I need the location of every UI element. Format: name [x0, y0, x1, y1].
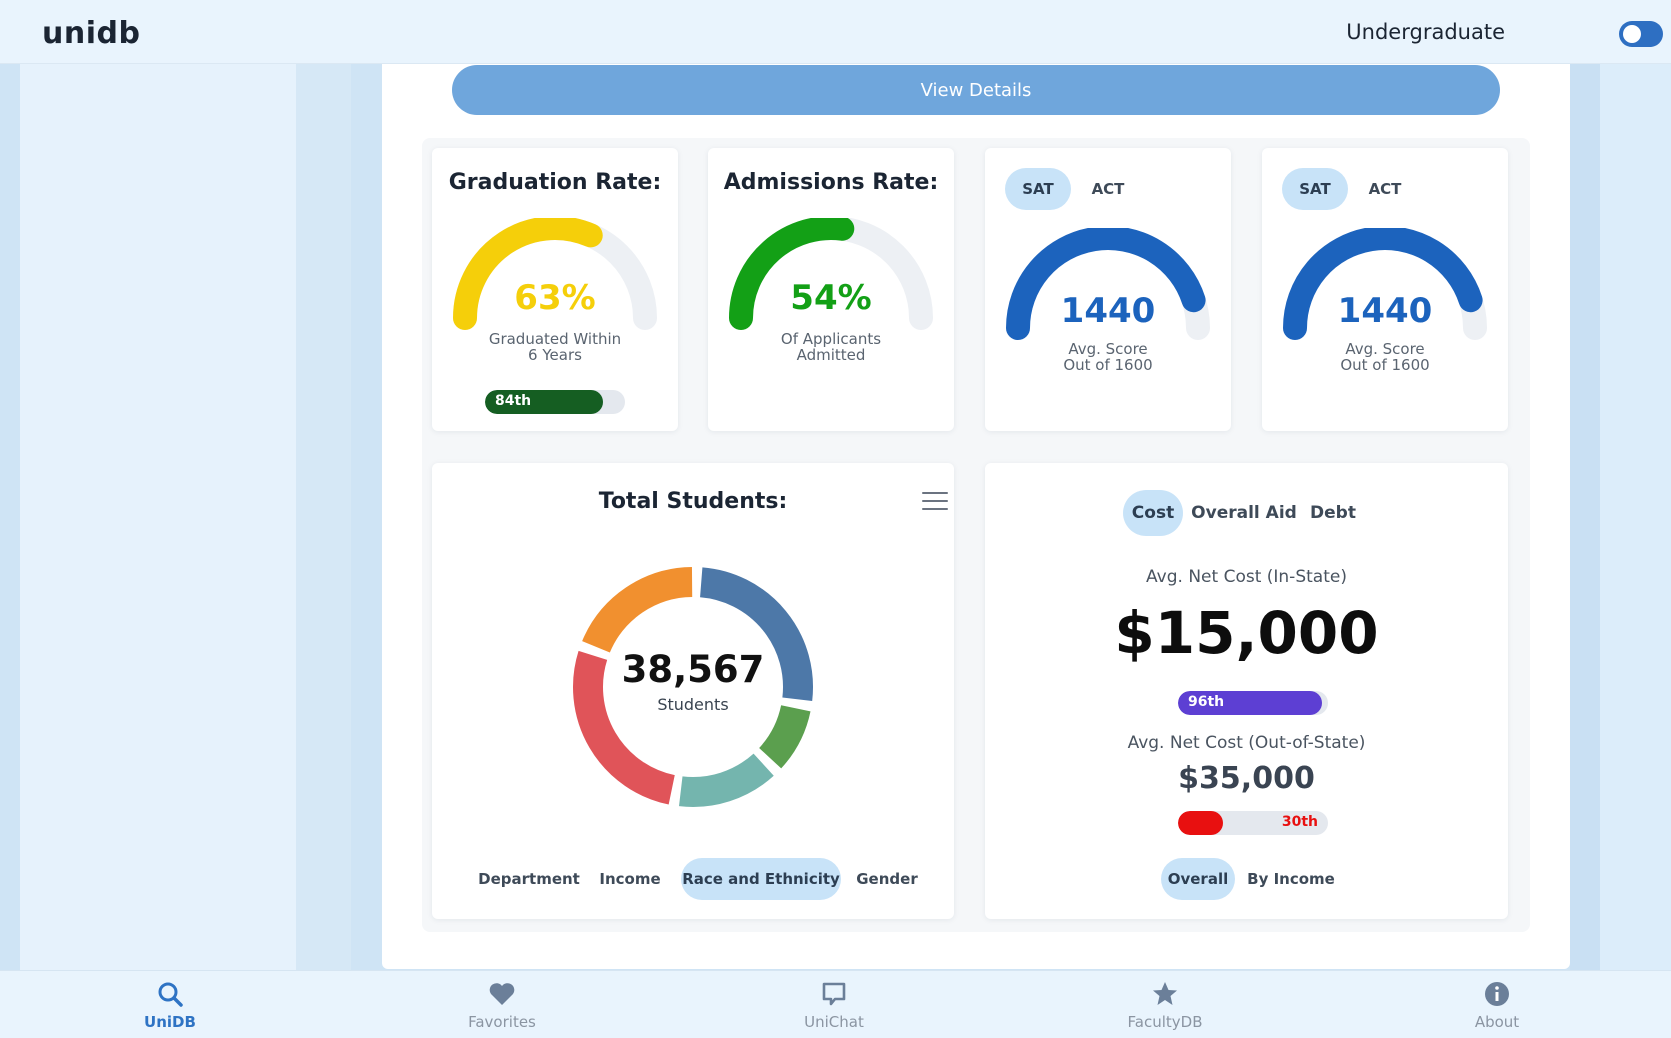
view-details-button[interactable]: View Details [452, 65, 1500, 115]
total-students-card: Total Students: 38,567 Students Departme… [432, 463, 954, 919]
card-title: Graduation Rate: [448, 170, 662, 195]
caption-line: Of Applicants [780, 330, 882, 348]
chat-icon [822, 982, 846, 1006]
score-caption: Avg. Score Out of 1600 [1262, 341, 1508, 373]
nav-item-about[interactable]: About [1437, 971, 1557, 1038]
tab-act[interactable]: ACT [1075, 168, 1141, 210]
mode-toggle[interactable] [1619, 21, 1663, 47]
caption-line: 6 Years [528, 346, 582, 364]
tab-department[interactable]: Department [472, 858, 586, 900]
admissions-caption: Of Applicants Admitted [708, 331, 954, 363]
in-state-value: $15,000 [1114, 599, 1379, 667]
heart-icon [489, 983, 515, 1005]
tab-act[interactable]: ACT [1352, 168, 1418, 210]
tab-overall[interactable]: Overall [1161, 858, 1235, 900]
out-state-percentile-bar: 30th [1178, 811, 1328, 835]
in-state-percentile-bar: 96th [1178, 691, 1328, 715]
score-value: 1440 [1060, 291, 1156, 331]
card-title: Total Students: [598, 489, 788, 514]
out-state-label: Avg. Net Cost (Out-of-State) [1127, 733, 1366, 753]
caption-line: Out of 1600 [1063, 356, 1153, 374]
caption-line: Admitted [796, 346, 866, 364]
percentile-fill [1178, 811, 1223, 835]
bottom-navigation: UniDB Favorites UniChat FacultyDB About [0, 970, 1671, 1038]
top-bar: unidb Undergraduate [0, 0, 1671, 64]
tab-gender[interactable]: Gender [847, 858, 927, 900]
caption-line: Avg. Score [1345, 340, 1425, 358]
nav-label: FacultyDB [1127, 1013, 1203, 1031]
left-sidebar [20, 64, 296, 974]
donut-segment[interactable] [582, 567, 693, 653]
menu-icon[interactable] [922, 492, 948, 512]
out-state-value: $35,000 [1178, 761, 1315, 796]
caption-line: Avg. Score [1068, 340, 1148, 358]
background-strip [296, 64, 351, 974]
percentile-label: 30th [1281, 814, 1318, 830]
test-score-card: SAT ACT 1440 Avg. Score Out of 1600 [1262, 148, 1508, 431]
info-icon [1485, 982, 1509, 1006]
star-icon [1153, 982, 1177, 1005]
app-logo[interactable]: unidb [42, 16, 140, 51]
background-strip [0, 0, 20, 1038]
score-caption: Avg. Score Out of 1600 [985, 341, 1231, 373]
mode-label: Undergraduate [1346, 20, 1505, 44]
tab-race-and-ethnicity[interactable]: Race and Ethnicity [681, 858, 841, 900]
admissions-value: 54% [790, 278, 872, 318]
nav-label: About [1474, 1013, 1520, 1031]
score-value: 1440 [1337, 291, 1433, 331]
background-strip [1570, 64, 1600, 974]
toggle-knob [1623, 25, 1641, 43]
nav-item-unichat[interactable]: UniChat [774, 971, 894, 1038]
card-title: Admissions Rate: [723, 170, 939, 195]
nav-label: UniDB [144, 1013, 196, 1031]
nav-item-facultydb[interactable]: FacultyDB [1105, 971, 1225, 1038]
cost-card: Cost Overall Aid Debt Avg. Net Cost (In-… [985, 463, 1508, 919]
caption-line: Graduated Within [488, 330, 622, 348]
graduation-caption: Graduated Within 6 Years [432, 331, 678, 363]
students-total: 38,567 [621, 648, 765, 691]
test-score-card: SAT ACT 1440 Avg. Score Out of 1600 [985, 148, 1231, 431]
tab-overall-aid[interactable]: Overall Aid [1191, 490, 1297, 536]
students-unit: Students [657, 695, 729, 714]
tab-cost[interactable]: Cost [1123, 490, 1183, 536]
graduation-percentile-bar: 84th [485, 390, 625, 414]
graduation-value: 63% [514, 278, 596, 318]
in-state-label: Avg. Net Cost (In-State) [1146, 567, 1347, 587]
nav-label: Favorites [468, 1013, 536, 1031]
tab-by-income[interactable]: By Income [1241, 858, 1341, 900]
tab-sat[interactable]: SAT [1005, 168, 1071, 210]
donut-segment[interactable] [758, 704, 811, 769]
nav-label: UniChat [804, 1013, 864, 1031]
background-strip [1600, 64, 1671, 974]
nav-item-favorites[interactable]: Favorites [442, 971, 562, 1038]
tab-debt[interactable]: Debt [1303, 490, 1363, 536]
nav-item-unidb[interactable]: UniDB [110, 971, 230, 1038]
graduation-rate-card: Graduation Rate: 63% Graduated Within 6 … [432, 148, 678, 431]
percentile-label: 96th [1188, 694, 1225, 710]
search-icon [158, 982, 183, 1007]
donut-segment[interactable] [679, 753, 774, 807]
tab-sat[interactable]: SAT [1282, 168, 1348, 210]
percentile-label: 84th [495, 393, 532, 409]
caption-line: Out of 1600 [1340, 356, 1430, 374]
tab-income[interactable]: Income [590, 858, 670, 900]
admissions-rate-card: Admissions Rate: 54% Of Applicants Admit… [708, 148, 954, 431]
